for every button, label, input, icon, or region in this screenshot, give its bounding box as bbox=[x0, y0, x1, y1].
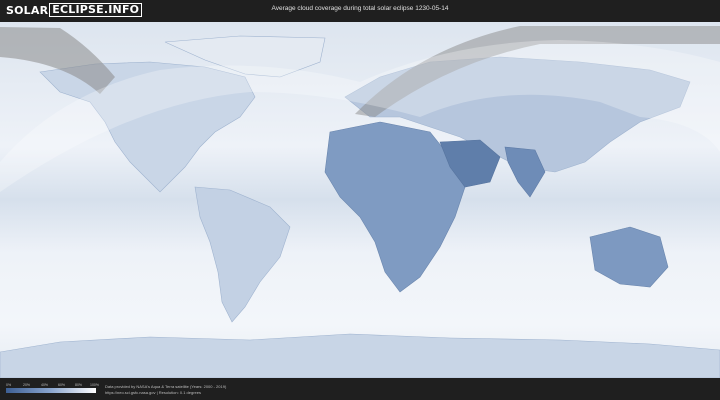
legend-tick: 100% bbox=[90, 383, 99, 387]
legend-tick: 20% bbox=[23, 383, 31, 387]
cloud-coverage-legend-bar bbox=[6, 388, 96, 393]
data-credits: Data provided by NASA's Aqua & Terra sat… bbox=[105, 384, 226, 396]
credit-line-url[interactable]: https://neo.sci.gsfc.nasa.gov | Resoluti… bbox=[105, 390, 226, 396]
footer-bar: 0% 20% 40% 60% 80% 100% Data provided by… bbox=[0, 378, 720, 400]
cloud-coverage-map bbox=[0, 22, 720, 378]
map-svg bbox=[0, 22, 720, 378]
legend-tick: 40% bbox=[41, 383, 49, 387]
legend-tick: 60% bbox=[58, 383, 66, 387]
page-title: Average cloud coverage during total sola… bbox=[271, 5, 449, 12]
legend-tick: 80% bbox=[75, 383, 83, 387]
header-bar: SOLAR ECLIPSE.INFO Average cloud coverag… bbox=[0, 0, 720, 20]
legend-tick: 0% bbox=[6, 383, 12, 387]
